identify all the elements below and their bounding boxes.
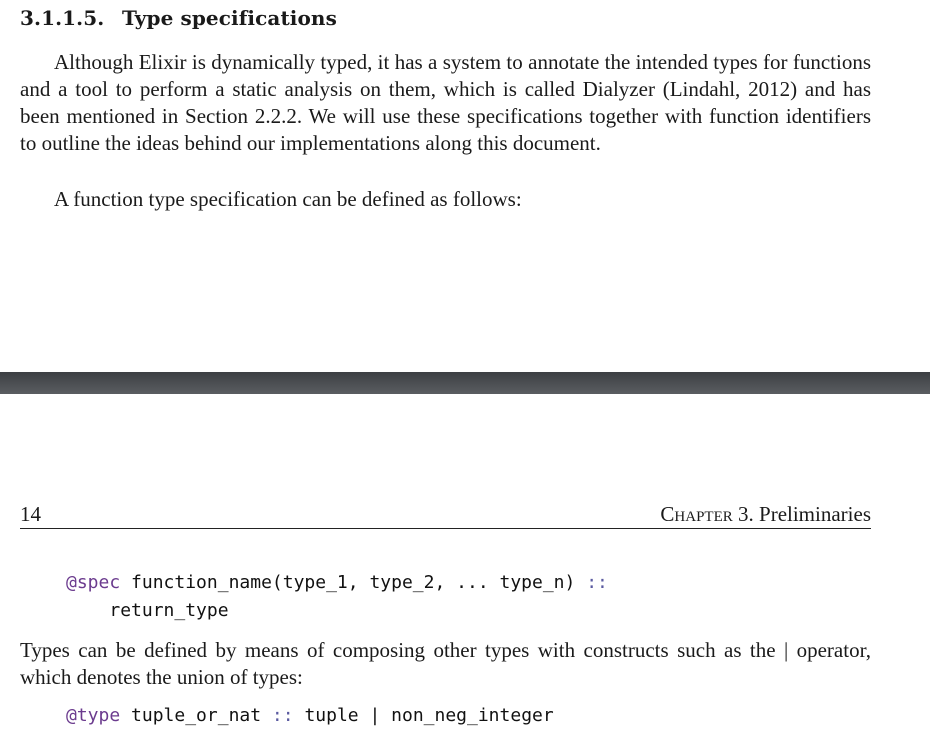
chapter-title: Chapter 3. Preliminaries [660, 502, 871, 527]
section-title: Type specifications [122, 6, 337, 30]
section-number: 3.1.1.5. [20, 6, 105, 30]
page-separator [0, 372, 930, 394]
running-header: 14 Chapter 3. Preliminaries [20, 502, 871, 529]
paragraph-spec-intro: A function type specification can be def… [54, 187, 522, 211]
code-spec-operator: :: [586, 572, 608, 593]
code-spec-return: return_type [109, 600, 229, 621]
code-block-spec: @spec function_name(type_1, type_2, ... … [66, 569, 608, 625]
paragraph-union: Types can be defined by means of composi… [20, 638, 871, 689]
code-block-type: @type tuple_or_nat :: tuple | non_neg_in… [66, 702, 554, 730]
code-keyword-spec: @spec [66, 572, 121, 593]
chapter-rest: 3. Preliminaries [738, 502, 871, 526]
code-keyword-type: @type [66, 705, 121, 726]
paragraph-intro: Although Elixir is dynamically typed, it… [20, 50, 871, 155]
chapter-prefix: Chapter [660, 502, 733, 526]
code-type-operator: :: [271, 705, 294, 726]
code-spec-signature: function_name(type_1, type_2, ... type_n… [131, 572, 576, 593]
section-heading: 3.1.1.5. Type specifications [20, 6, 337, 30]
page-number: 14 [20, 502, 41, 526]
code-type-definition: tuple | non_neg_integer [304, 705, 554, 726]
code-type-name: tuple_or_nat [131, 705, 262, 726]
